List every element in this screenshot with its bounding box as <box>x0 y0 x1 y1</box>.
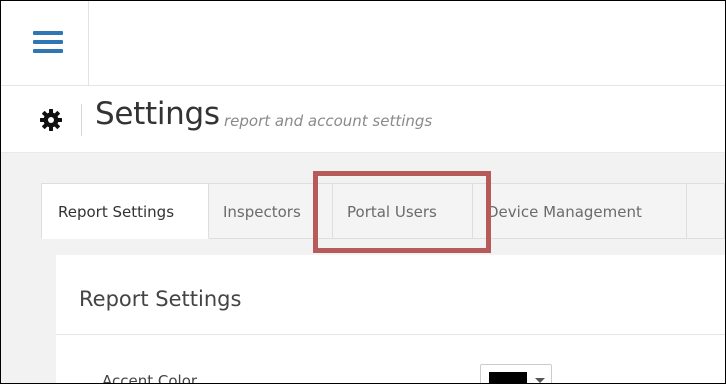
tab-overflow <box>687 183 725 239</box>
page-title: Settings <box>95 96 220 132</box>
tab-inspectors[interactable]: Inspectors <box>209 183 333 239</box>
tab-portal-users[interactable]: Portal Users <box>333 183 473 239</box>
tab-report-settings[interactable]: Report Settings <box>41 183 209 239</box>
accent-color-picker[interactable] <box>480 364 552 383</box>
panel-divider <box>56 334 725 335</box>
accent-color-label: Accent Color <box>102 372 198 384</box>
top-navbar <box>1 1 725 86</box>
chevron-down-icon <box>535 378 545 383</box>
report-settings-panel: Report Settings Accent Color <box>56 255 725 383</box>
settings-tabs: Report Settings Inspectors Portal Users … <box>41 183 725 239</box>
gear-icon <box>40 109 62 131</box>
page-subtitle: report and account settings <box>224 112 433 130</box>
header-separator <box>81 104 82 136</box>
navbar-divider <box>88 1 89 85</box>
color-swatch <box>489 372 527 383</box>
page-header: Settings report and account settings <box>1 86 725 153</box>
hamburger-menu-icon[interactable] <box>33 29 63 55</box>
tab-device-management[interactable]: Device Management <box>473 183 687 239</box>
panel-title: Report Settings <box>79 287 242 311</box>
app-window: Settings report and account settings Rep… <box>0 0 726 384</box>
